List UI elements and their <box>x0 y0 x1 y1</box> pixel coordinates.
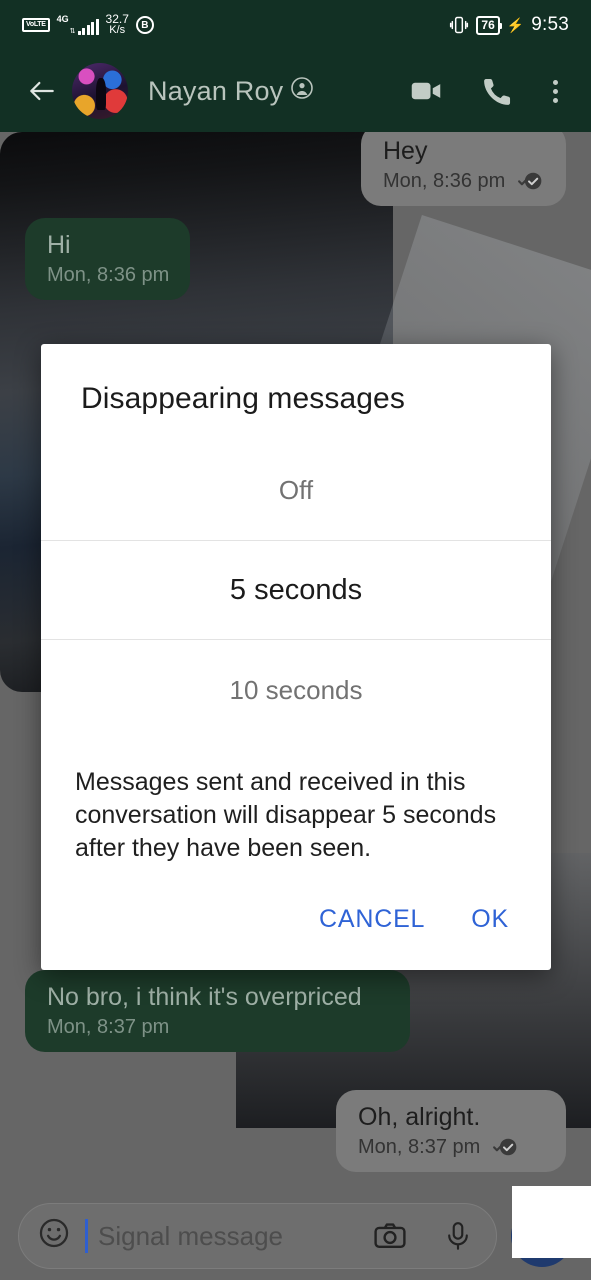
ok-button[interactable]: OK <box>455 895 525 944</box>
disappearing-messages-dialog: Disappearing messages Off 5 seconds 10 s… <box>41 344 551 970</box>
cancel-button[interactable]: CANCEL <box>303 895 441 944</box>
duration-picker[interactable]: Off 5 seconds 10 seconds <box>41 440 551 740</box>
dialog-action-row: CANCEL OK <box>41 865 551 970</box>
picker-option-off[interactable]: Off <box>41 440 551 540</box>
dialog-body-text: Messages sent and received in this conve… <box>75 768 497 862</box>
picker-option-10-seconds[interactable]: 10 seconds <box>41 640 551 740</box>
screenshot-occluder <box>512 1186 591 1258</box>
dialog-title: Disappearing messages <box>81 382 405 415</box>
picker-option-5-seconds[interactable]: 5 seconds <box>41 540 551 640</box>
phone-screen: VoLTE 4G ⇅ 32.7 K/s B 76 ⚡ 9:53 Nayan Ro… <box>0 0 591 1280</box>
